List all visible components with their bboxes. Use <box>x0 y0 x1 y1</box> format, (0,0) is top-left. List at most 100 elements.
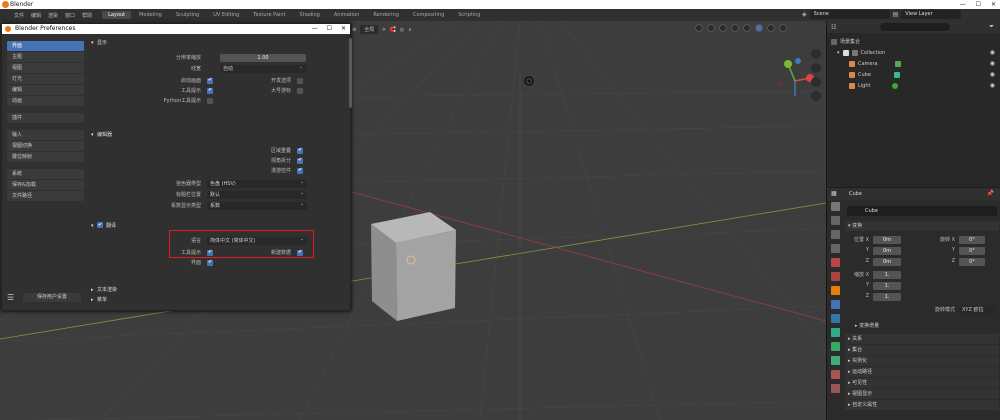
world-tab-icon[interactable] <box>831 272 840 281</box>
eye-icon[interactable]: ◉ <box>990 81 995 91</box>
scale-x-field[interactable]: 1. <box>873 271 901 279</box>
section-transform[interactable]: ▾ 变换 <box>845 221 999 231</box>
constraints-tab-icon[interactable] <box>831 342 840 351</box>
scene-tab-icon[interactable] <box>831 258 840 267</box>
section-editors[interactable]: ▾ 编辑器 <box>91 131 347 140</box>
output-tab-icon[interactable] <box>831 230 840 239</box>
hamburger-menu-icon[interactable]: ☰ <box>7 293 17 302</box>
view-layer-field[interactable]: View Layer <box>901 10 962 19</box>
minimize-icon[interactable]: — <box>312 24 318 34</box>
visibility-icon[interactable] <box>695 24 703 32</box>
section-text-rendering[interactable]: ▸ 文本渲染 <box>91 286 347 295</box>
close-icon[interactable]: ✕ <box>991 0 996 9</box>
corner-split-checkbox[interactable] <box>297 157 303 164</box>
eye-icon[interactable]: ◉ <box>990 48 995 58</box>
translation-checkbox[interactable] <box>97 221 103 230</box>
translate-interface-checkbox[interactable] <box>207 259 213 266</box>
properties-section[interactable]: ▸ 视图显示 <box>845 389 999 399</box>
scale-z-field[interactable]: 1. <box>873 293 901 301</box>
render-tab-icon[interactable] <box>831 216 840 225</box>
prefs-sidebar-item[interactable]: 文件路径 <box>7 191 84 201</box>
tool-tab-icon[interactable] <box>831 202 840 211</box>
region-overlap-checkbox[interactable] <box>297 147 303 154</box>
prefs-sidebar-item[interactable]: 输入 <box>7 130 84 140</box>
pan-hand-icon[interactable] <box>811 63 821 73</box>
scene-collection-row[interactable]: 场景集合 <box>831 37 1000 47</box>
maximize-icon[interactable]: ☐ <box>327 24 332 34</box>
section-translation[interactable]: ▾翻译 <box>91 221 347 230</box>
resolution-scale-field[interactable]: 1.00 <box>220 54 306 62</box>
minimize-icon[interactable]: — <box>960 0 966 9</box>
large-cursor-checkbox[interactable] <box>297 88 303 94</box>
perspective-grid-icon[interactable] <box>811 91 821 101</box>
close-icon[interactable]: ✕ <box>341 24 346 34</box>
eye-icon[interactable]: ◉ <box>990 70 995 80</box>
splash-checkbox[interactable] <box>207 77 213 84</box>
checkbox-icon[interactable] <box>842 50 849 56</box>
prefs-sidebar-item[interactable]: 视图切换 <box>7 141 84 151</box>
save-preferences-button[interactable]: 保存用户设置 <box>23 293 81 302</box>
prefs-sidebar-item[interactable]: 键位映射 <box>7 152 84 162</box>
shading-wire-icon[interactable] <box>743 24 751 32</box>
properties-editor-icon[interactable]: ▦ <box>831 190 837 197</box>
data-tab-icon[interactable] <box>831 356 840 365</box>
prefs-sidebar-item[interactable]: 灯光 <box>7 74 84 84</box>
menu-item[interactable]: 文件 <box>14 12 24 19</box>
workspace-tab[interactable]: Rendering <box>367 11 405 19</box>
workspace-tab[interactable]: Scripting <box>452 11 486 19</box>
color-picker-dropdown[interactable]: 色盘 (HSV) <box>207 178 307 188</box>
scale-y-field[interactable]: 1. <box>873 282 901 290</box>
pivot-icon[interactable]: ⟡ <box>382 27 385 33</box>
section-display[interactable]: ▾ 显示 <box>91 39 347 48</box>
rotation-y-field[interactable]: 0° <box>959 247 985 255</box>
outliner-search-input[interactable] <box>880 23 951 31</box>
section-menus[interactable]: ▸ 菜单 <box>91 296 347 305</box>
workspace-tab[interactable]: Compositing <box>407 11 450 19</box>
collection-row[interactable]: ▾ Collection ◉ <box>837 48 1000 58</box>
falloff-icon[interactable]: ∧ <box>408 27 412 33</box>
properties-section[interactable]: ▸ 关系 <box>845 334 999 344</box>
physics-tab-icon[interactable] <box>831 328 840 337</box>
scene-field[interactable]: Scene <box>809 10 890 19</box>
menu-item[interactable]: 窗口 <box>65 12 75 19</box>
workspace-tab[interactable]: Texture Paint <box>247 11 291 19</box>
eye-icon[interactable]: ◉ <box>990 59 995 69</box>
nav-controls-checkbox[interactable] <box>297 167 303 174</box>
texture-tab-icon[interactable] <box>831 384 840 393</box>
shading-material-icon[interactable] <box>767 24 775 32</box>
filter-icon[interactable]: ⏷ <box>989 23 994 31</box>
location-z-field[interactable]: 0m <box>873 258 901 266</box>
outliner-item-cube[interactable]: Cube ◉ <box>849 70 1000 80</box>
menu-item[interactable]: 编辑 <box>31 12 41 19</box>
object-name-field[interactable]: Cube <box>847 206 997 216</box>
object-tab-icon[interactable] <box>831 286 840 295</box>
pin-icon[interactable]: 📌 <box>987 190 994 197</box>
overlay-icon[interactable] <box>719 24 727 32</box>
preferences-scrollbar[interactable] <box>349 38 352 108</box>
prefs-sidebar-item[interactable]: 插件 <box>7 113 84 123</box>
prefs-sidebar-item[interactable]: 视图 <box>7 63 84 73</box>
workspace-tab[interactable]: UV Editing <box>207 11 245 19</box>
workspace-tab[interactable]: Animation <box>328 11 366 19</box>
properties-section[interactable]: ▸ 实例化 <box>845 356 999 366</box>
outliner-item-light[interactable]: Light ◉ <box>849 81 1000 91</box>
factor-display-dropdown[interactable]: 系数 <box>207 200 307 210</box>
outliner-item-camera[interactable]: Camera ◉ <box>849 59 1000 69</box>
tooltips-checkbox[interactable] <box>207 87 213 94</box>
shading-solid-icon[interactable] <box>755 24 763 32</box>
prefs-sidebar-item[interactable]: 保存&加载 <box>7 180 84 190</box>
prefs-sidebar-item[interactable]: 系统 <box>7 169 84 179</box>
xray-icon[interactable] <box>731 24 739 32</box>
workspace-tab[interactable]: Layout <box>102 11 132 19</box>
camera-view-icon[interactable] <box>811 77 821 87</box>
section-delta-transform[interactable]: ▸ 变换增量 <box>845 321 999 331</box>
zoom-icon[interactable] <box>811 49 821 59</box>
dev-extras-checkbox[interactable] <box>297 78 303 84</box>
prefs-sidebar-item[interactable]: 动画 <box>7 96 84 106</box>
maximize-icon[interactable]: ☐ <box>976 0 981 9</box>
rotation-x-field[interactable]: 0° <box>959 236 985 244</box>
properties-section[interactable]: ▸ 运动路径 <box>845 367 999 377</box>
modifier-tab-icon[interactable] <box>831 300 840 309</box>
workspace-tab[interactable]: Shading <box>294 11 326 19</box>
view-layer-tab-icon[interactable] <box>831 244 840 253</box>
